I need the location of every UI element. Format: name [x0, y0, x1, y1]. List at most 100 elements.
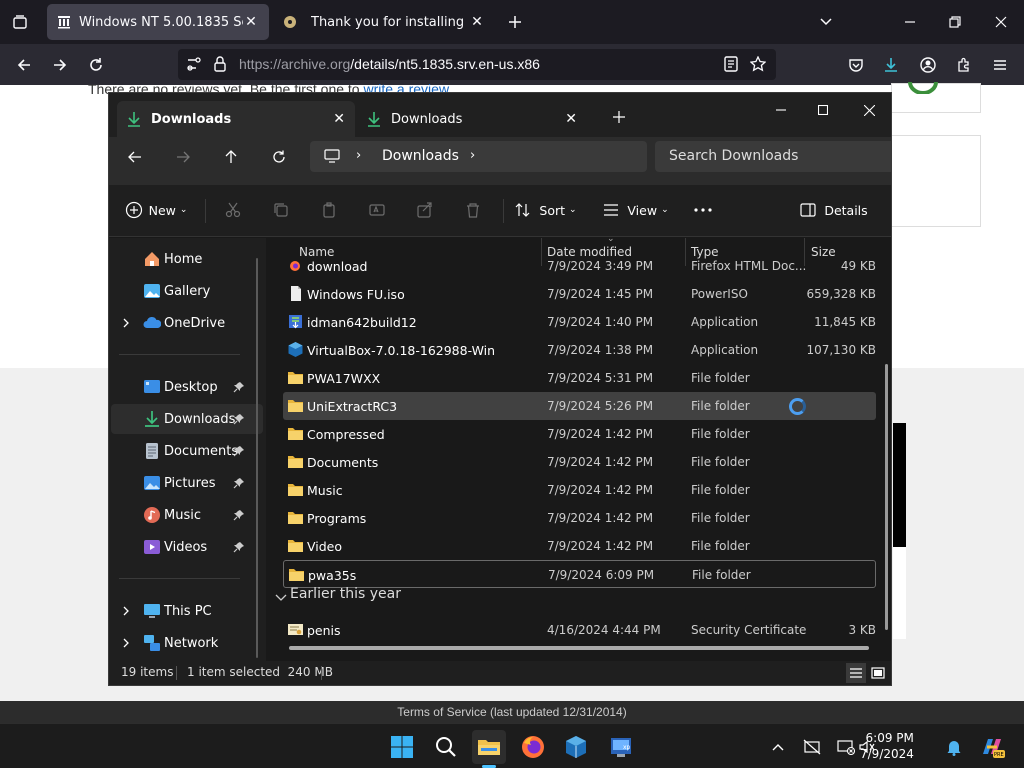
rename-icon[interactable] — [361, 195, 393, 225]
file-row[interactable]: Compressed 7/9/2024 1:42 PM File folder — [283, 420, 876, 448]
file-name: download — [307, 259, 368, 274]
downloads-icon[interactable] — [873, 44, 909, 85]
file-row[interactable]: Windows FU.iso 7/9/2024 1:45 PM PowerISO 65… — [283, 280, 876, 308]
sidebar-item-network[interactable]: Network — [111, 628, 263, 658]
chevron-right-icon — [123, 606, 129, 616]
share-icon[interactable] — [409, 195, 441, 225]
firefox-icon[interactable] — [516, 730, 550, 764]
file-row[interactable]: download 7/9/2024 3:49 PM Firefox HTML Doc… — [283, 252, 876, 280]
back-icon[interactable] — [117, 141, 153, 173]
delete-icon[interactable] — [457, 195, 489, 225]
copilot-icon[interactable]: PRE — [974, 730, 1010, 764]
back-icon[interactable] — [6, 44, 42, 85]
file-row[interactable]: Documents 7/9/2024 1:42 PM File folder — [283, 448, 876, 476]
bookmark-star-icon[interactable] — [750, 56, 766, 72]
sidebar-item-pictures[interactable]: Pictures — [111, 468, 263, 498]
file-row[interactable]: pwa35s 7/9/2024 6:09 PM File folder — [283, 560, 876, 588]
show-hidden-icons[interactable] — [764, 730, 792, 764]
sidebar-item-this-pc[interactable]: This PC — [111, 596, 263, 626]
refresh-icon[interactable] — [261, 141, 297, 173]
group-header[interactable]: Earlier this year — [290, 586, 401, 602]
tab-overview-icon[interactable] — [2, 2, 38, 42]
menu-icon[interactable] — [982, 44, 1018, 85]
sort-button[interactable]: Sort ⌄ — [511, 195, 581, 225]
start-button[interactable] — [385, 730, 419, 764]
reload-icon[interactable] — [78, 44, 114, 85]
network-icon — [144, 635, 160, 651]
close-icon[interactable]: ✕ — [333, 111, 345, 127]
address-bar[interactable]: › Downloads › — [310, 141, 647, 172]
new-button[interactable]: New ⌄ — [121, 195, 191, 225]
pocket-icon[interactable] — [838, 44, 874, 85]
new-tab-button[interactable] — [497, 2, 533, 42]
sort-icon — [515, 203, 530, 217]
cut-icon[interactable] — [217, 195, 249, 225]
browser-tab-active[interactable]: Windows NT 5.00.1835 Server (u ✕ — [47, 4, 269, 40]
close-icon[interactable]: ✕ — [243, 14, 259, 30]
minimize-icon[interactable] — [761, 95, 801, 125]
reader-view-icon[interactable] — [723, 56, 739, 72]
sidebar-item-gallery[interactable]: Gallery — [111, 276, 263, 306]
notifications-bell-icon[interactable] — [940, 730, 968, 764]
sidebar-scrollbar[interactable] — [256, 258, 258, 658]
close-window-icon[interactable] — [849, 95, 889, 125]
tiles-view-icon[interactable] — [868, 663, 888, 683]
forward-icon[interactable] — [42, 44, 78, 85]
copy-icon[interactable] — [265, 195, 297, 225]
downloads-icon — [367, 111, 381, 127]
minimize-icon[interactable] — [892, 2, 928, 42]
file-row[interactable]: PWA17WXX 7/9/2024 5:31 PM File folder — [283, 364, 876, 392]
clock-time: 6:09 PM — [865, 731, 914, 745]
view-button[interactable]: View ⌄ — [599, 195, 673, 225]
page-footer[interactable]: Terms of Service (last updated 12/31/201… — [0, 701, 1024, 723]
url-bar[interactable]: https://archive.org/details/nt5.1835.srv… — [178, 49, 776, 80]
explorer-tab-active[interactable]: Downloads ✕ — [117, 101, 355, 137]
sidebar-item-videos[interactable]: Videos — [111, 532, 263, 562]
virtualbox-taskbar-icon[interactable] — [559, 730, 593, 764]
sidebar-item-desktop[interactable]: Desktop — [111, 372, 263, 402]
site-info-icon[interactable] — [186, 56, 202, 72]
sidebar-item-music[interactable]: Music — [111, 500, 263, 530]
sidebar-item-home[interactable]: Home — [111, 244, 263, 274]
close-window-icon[interactable] — [983, 2, 1019, 42]
extensions-icon[interactable] — [946, 44, 982, 85]
new-tab-button[interactable] — [601, 101, 637, 133]
explorer-tab[interactable]: Downloads ✕ — [357, 101, 587, 137]
file-row[interactable]: UniExtractRC3 7/9/2024 5:26 PM File folder — [283, 392, 876, 420]
restore-icon[interactable] — [937, 2, 973, 42]
sidebar-item-downloads[interactable]: Downloads — [111, 404, 263, 434]
file-row[interactable]: Music 7/9/2024 1:42 PM File folder — [283, 476, 876, 504]
horizontal-scrollbar[interactable] — [289, 646, 869, 650]
search-input[interactable]: Search Downloads — [655, 141, 891, 172]
system-clock[interactable]: 6:09 PM 7/9/2024 — [860, 730, 914, 762]
search-icon[interactable] — [429, 730, 463, 764]
chevron-right-icon[interactable]: › — [356, 148, 361, 163]
details-view-icon[interactable] — [846, 663, 866, 683]
file-row[interactable]: idman642build12 7/9/2024 1:40 PM Applicati… — [283, 308, 876, 336]
chevron-right-icon[interactable]: › — [470, 148, 475, 163]
up-icon[interactable] — [213, 141, 249, 173]
file-row[interactable]: penis 4/16/2024 4:44 PM Security Certifica… — [283, 616, 876, 644]
sidebar-item-onedrive[interactable]: OneDrive — [111, 308, 263, 338]
notification-muted-icon[interactable] — [798, 730, 826, 764]
paste-icon[interactable] — [313, 195, 345, 225]
browser-tab[interactable]: Thank you for installing PowerI ✕ — [273, 4, 495, 40]
more-options-icon[interactable] — [687, 195, 719, 225]
file-row[interactable]: Video 7/9/2024 1:42 PM File folder — [283, 532, 876, 560]
close-icon[interactable]: ✕ — [565, 111, 577, 127]
vm-xp-icon[interactable]: xp — [604, 730, 638, 764]
file-explorer-taskbar-icon[interactable] — [472, 730, 506, 764]
maximize-icon[interactable] — [803, 95, 843, 125]
vertical-scrollbar[interactable] — [885, 364, 888, 630]
details-button[interactable]: Details — [799, 195, 869, 225]
sidebar-item-documents[interactable]: Documents — [111, 436, 263, 466]
file-row[interactable]: VirtualBox-7.0.18-162988-Win 7/9/2024 1:3… — [283, 336, 876, 364]
video-player-edge — [893, 423, 906, 547]
file-row[interactable]: Programs 7/9/2024 1:42 PM File folder — [283, 504, 876, 532]
lock-icon[interactable] — [213, 55, 227, 73]
close-icon[interactable]: ✕ — [469, 14, 485, 30]
breadcrumb-downloads[interactable]: Downloads — [382, 148, 459, 164]
forward-icon[interactable] — [165, 141, 201, 173]
list-all-tabs-icon[interactable] — [808, 2, 844, 42]
account-icon[interactable] — [910, 44, 946, 85]
